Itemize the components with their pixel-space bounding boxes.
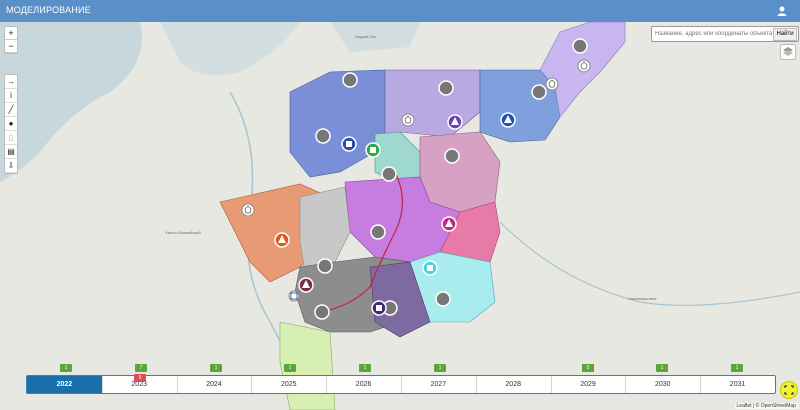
cluster-marker[interactable] (314, 304, 330, 320)
ruler-icon[interactable]: ╱ (5, 103, 17, 117)
object-marker[interactable] (298, 277, 314, 293)
search-button[interactable]: Найти (773, 28, 797, 41)
map-label: Надым-Зал (355, 34, 377, 39)
info-icon[interactable]: i (5, 89, 17, 103)
map-label: Ханты-Мансийский (165, 230, 201, 235)
year-badge: 1 (434, 364, 446, 372)
object-marker[interactable] (545, 77, 559, 91)
object-marker[interactable] (577, 59, 591, 73)
year-2022[interactable]: 2022 (27, 376, 103, 393)
cluster-marker[interactable] (342, 72, 358, 88)
object-marker[interactable] (441, 216, 457, 232)
header-bar: МОДЕЛИРОВАНИЕ (0, 0, 800, 22)
year-2026[interactable]: 2026 (326, 376, 402, 393)
object-marker[interactable] (241, 203, 255, 217)
object-marker[interactable] (371, 300, 387, 316)
map-toolbar: → i ╱ ● ▯ ▤ ⇩ (4, 74, 18, 174)
cluster-marker[interactable] (444, 148, 460, 164)
year-badge: 7 (135, 364, 147, 372)
year-2027[interactable]: 2027 (401, 376, 477, 393)
object-marker[interactable] (274, 232, 290, 248)
search-input[interactable] (653, 28, 775, 39)
year-timeline: 1 7 1 1 1 1 5 1 1 2022 2023 2024 2025 20… (24, 353, 776, 394)
download-icon[interactable]: ⇩ (5, 159, 17, 173)
object-marker[interactable] (422, 260, 438, 276)
year-2028[interactable]: 2028 (476, 376, 552, 393)
object-marker[interactable] (447, 114, 463, 130)
page-title: МОДЕЛИРОВАНИЕ (6, 5, 91, 15)
warning-badge: 5 (134, 374, 146, 382)
layers-icon[interactable] (780, 44, 796, 60)
search-box: Найти (651, 26, 799, 42)
cluster-marker[interactable] (572, 38, 588, 54)
fullscreen-button[interactable] (780, 381, 798, 399)
cluster-marker[interactable] (370, 224, 386, 240)
year-2025[interactable]: 2025 (251, 376, 328, 393)
map-label: Нижневартовск (628, 296, 657, 301)
zoom-control: + − (4, 26, 18, 54)
year-badge: 1 (359, 364, 371, 372)
object-marker[interactable] (401, 113, 415, 127)
year-2030[interactable]: 2030 (625, 376, 702, 393)
zoom-out-button[interactable]: − (5, 40, 17, 53)
year-2024[interactable]: 2024 (177, 376, 253, 393)
user-icon[interactable] (776, 5, 788, 17)
year-badge: 1 (656, 364, 668, 372)
cluster-marker[interactable] (317, 258, 333, 274)
year-badge: 1 (284, 364, 296, 372)
object-marker[interactable] (288, 290, 300, 302)
year-badge: 1 (210, 364, 222, 372)
map-canvas[interactable]: Надым-Зал Ханты-Мансийский Самарово Нижн… (0, 22, 800, 410)
object-marker[interactable] (341, 136, 357, 152)
object-marker[interactable] (365, 142, 381, 158)
zoom-in-button[interactable]: + (5, 27, 17, 40)
cluster-marker[interactable] (438, 80, 454, 96)
year-badge: 1 (731, 364, 743, 372)
marker-dot-icon[interactable]: ● (5, 117, 17, 131)
year-2031[interactable]: 2031 (700, 376, 775, 393)
cluster-marker[interactable] (315, 128, 331, 144)
cluster-marker[interactable] (381, 166, 397, 182)
year-badge: 5 (582, 364, 594, 372)
eraser-icon[interactable]: ▯ (5, 131, 17, 145)
cluster-marker[interactable] (531, 84, 547, 100)
object-marker[interactable] (500, 112, 516, 128)
arrow-right-icon[interactable]: → (5, 75, 17, 89)
map-attribution[interactable]: Leaflet | © OpenStreetMap (734, 403, 798, 409)
map-base-layer (0, 22, 800, 410)
print-icon[interactable]: ▤ (5, 145, 17, 159)
cluster-marker[interactable] (435, 291, 451, 307)
year-2029[interactable]: 2029 (551, 376, 627, 393)
year-badge: 1 (60, 364, 72, 372)
fullscreen-icon (784, 385, 794, 395)
